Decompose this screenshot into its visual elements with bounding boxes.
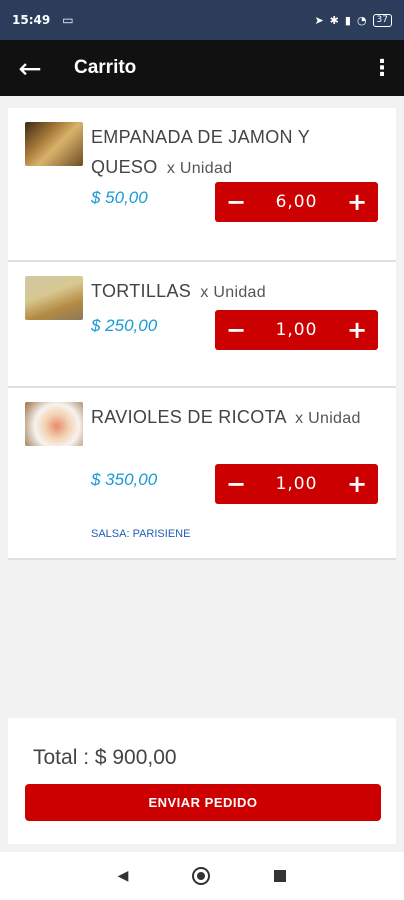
quantity-value: 1,00 xyxy=(275,320,318,340)
nav-back-icon[interactable]: ◀ xyxy=(118,868,129,884)
system-nav-bar: ◀ xyxy=(0,852,404,900)
decrement-button[interactable]: − xyxy=(215,310,257,350)
product-name: TORTILLAS xyxy=(91,281,192,301)
arrow-left-icon: ← xyxy=(18,51,42,85)
quantity-stepper: − 1,00 + xyxy=(215,464,378,504)
decrement-button[interactable]: − xyxy=(215,464,257,504)
back-button[interactable]: ← xyxy=(0,40,60,96)
increment-button[interactable]: + xyxy=(336,310,378,350)
battery-icon: 37 xyxy=(372,13,392,27)
quantity-stepper: − 6,00 + xyxy=(215,182,378,222)
order-footer: Total : $ 900,00 ENVIAR PEDIDO xyxy=(8,718,396,844)
product-unit: x Unidad xyxy=(200,284,266,301)
submit-order-button[interactable]: ENVIAR PEDIDO xyxy=(25,784,381,821)
product-price: $ 250,00 xyxy=(91,316,158,335)
decrement-button[interactable]: − xyxy=(215,182,257,222)
app-bar: ← Carrito ⋮ xyxy=(0,40,404,96)
product-name: RAVIOLES DE RICOTA xyxy=(91,407,286,427)
cart-item: EMPANADA DE JAMON Y QUESO x Unidad $ 50,… xyxy=(8,108,396,262)
cart-item: TORTILLAS x Unidad $ 250,00 − 1,00 + xyxy=(8,262,396,388)
quantity-value: 6,00 xyxy=(275,192,318,212)
product-image xyxy=(25,402,83,446)
laptop-icon: ▭ xyxy=(62,13,74,27)
product-note: SALSA: PARISIENE xyxy=(91,528,191,540)
nav-recents-icon[interactable] xyxy=(274,870,287,882)
status-time: 15:49 xyxy=(12,13,51,27)
product-title: EMPANADA DE JAMON Y QUESO x Unidad xyxy=(91,122,376,184)
wifi-icon: ◔ xyxy=(356,13,367,27)
increment-button[interactable]: + xyxy=(336,182,378,222)
product-title: TORTILLAS x Unidad xyxy=(91,276,376,308)
product-unit: x Unidad xyxy=(166,160,233,177)
location-icon: ➤ xyxy=(314,13,324,27)
more-vert-icon: ⋮ xyxy=(371,55,393,81)
cart-item: RAVIOLES DE RICOTA x Unidad $ 350,00 − 1… xyxy=(8,388,396,560)
product-image xyxy=(25,122,83,166)
nav-home-icon[interactable] xyxy=(192,867,211,885)
increment-button[interactable]: + xyxy=(336,464,378,504)
product-price: $ 350,00 xyxy=(91,470,158,489)
page-title: Carrito xyxy=(74,57,137,78)
order-total: Total : $ 900,00 xyxy=(33,746,177,769)
status-bar: 15:49 ▭ ➤ ✱ ▮ ◔ 37 xyxy=(0,0,404,40)
cart-list: EMPANADA DE JAMON Y QUESO x Unidad $ 50,… xyxy=(8,108,396,560)
quantity-stepper: − 1,00 + xyxy=(215,310,378,350)
product-image xyxy=(25,276,83,320)
quantity-value: 1,00 xyxy=(275,474,318,494)
bluetooth-icon: ✱ xyxy=(329,13,339,27)
product-price: $ 50,00 xyxy=(91,188,148,207)
product-title: RAVIOLES DE RICOTA x Unidad xyxy=(91,402,376,434)
more-options-button[interactable]: ⋮ xyxy=(360,40,404,96)
product-unit: x Unidad xyxy=(295,410,361,427)
signal-icon: ▮ xyxy=(344,13,351,27)
